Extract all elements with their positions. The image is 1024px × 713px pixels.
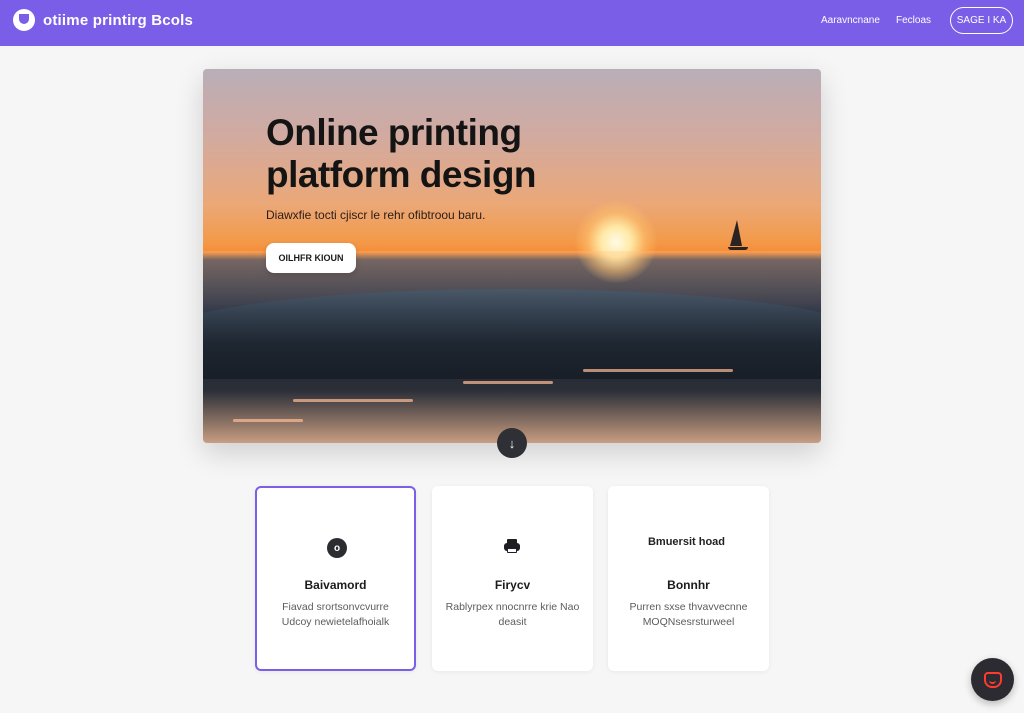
hero-cta-button[interactable]: OILHFR KIOUN: [266, 243, 356, 273]
header-cta-button[interactable]: SAGE I KA: [950, 7, 1013, 34]
chat-button[interactable]: [971, 658, 1014, 701]
water-reflection: [583, 369, 733, 372]
card-title: Baivamord: [304, 578, 367, 592]
water-reflection: [293, 399, 413, 402]
card-badge: Bmuersit hoad: [647, 536, 725, 548]
feature-card-2[interactable]: Firycv Rablyrpex nnocnrre krie Nao deasi…: [432, 486, 593, 671]
hero-banner: Online printing platform design Diawxfie…: [203, 69, 821, 443]
sailboat-hull: [728, 247, 748, 250]
water-reflection: [463, 381, 553, 384]
arrow-down-icon[interactable]: ↓: [497, 428, 527, 458]
feature-card-3[interactable]: Bmuersit hoad Bonnhr Purren sxse thvavve…: [608, 486, 769, 671]
hero-title: Online printing platform design: [266, 112, 537, 195]
card-description: Fiavad srortsonvcvurre Udcoy newietelafh…: [281, 601, 390, 628]
hero-subtitle: Diawxfie tocti cjiscr le rehr ofibtroou …: [266, 208, 486, 222]
feature-card-1[interactable]: o Baivamord Fiavad srortsonvcvurre Udcoy…: [255, 486, 416, 671]
card-title: Bonnhr: [667, 578, 710, 592]
nav-link-1[interactable]: Aaravncnane: [821, 15, 880, 26]
nav-link-2[interactable]: Fecloas: [896, 15, 931, 26]
wave-image: [203, 289, 821, 379]
chat-icon: [983, 671, 1002, 688]
card-description: Purren sxse thvavvecnne MOQNsesrsturweel: [629, 601, 748, 628]
card-title: Firycv: [494, 578, 531, 592]
ring-icon: o: [327, 538, 347, 558]
logo-icon[interactable]: [13, 9, 35, 31]
card-description: Rablyrpex nnocnrre krie Nao deasit: [445, 601, 580, 628]
water-reflection: [233, 419, 303, 422]
printer-icon: [502, 536, 522, 556]
top-bar: otiime printirg Bcols Aaravncnane Fecloa…: [0, 0, 1024, 46]
brand-name[interactable]: otiime printirg Bcols: [43, 12, 193, 29]
sailboat-image: [730, 220, 742, 246]
